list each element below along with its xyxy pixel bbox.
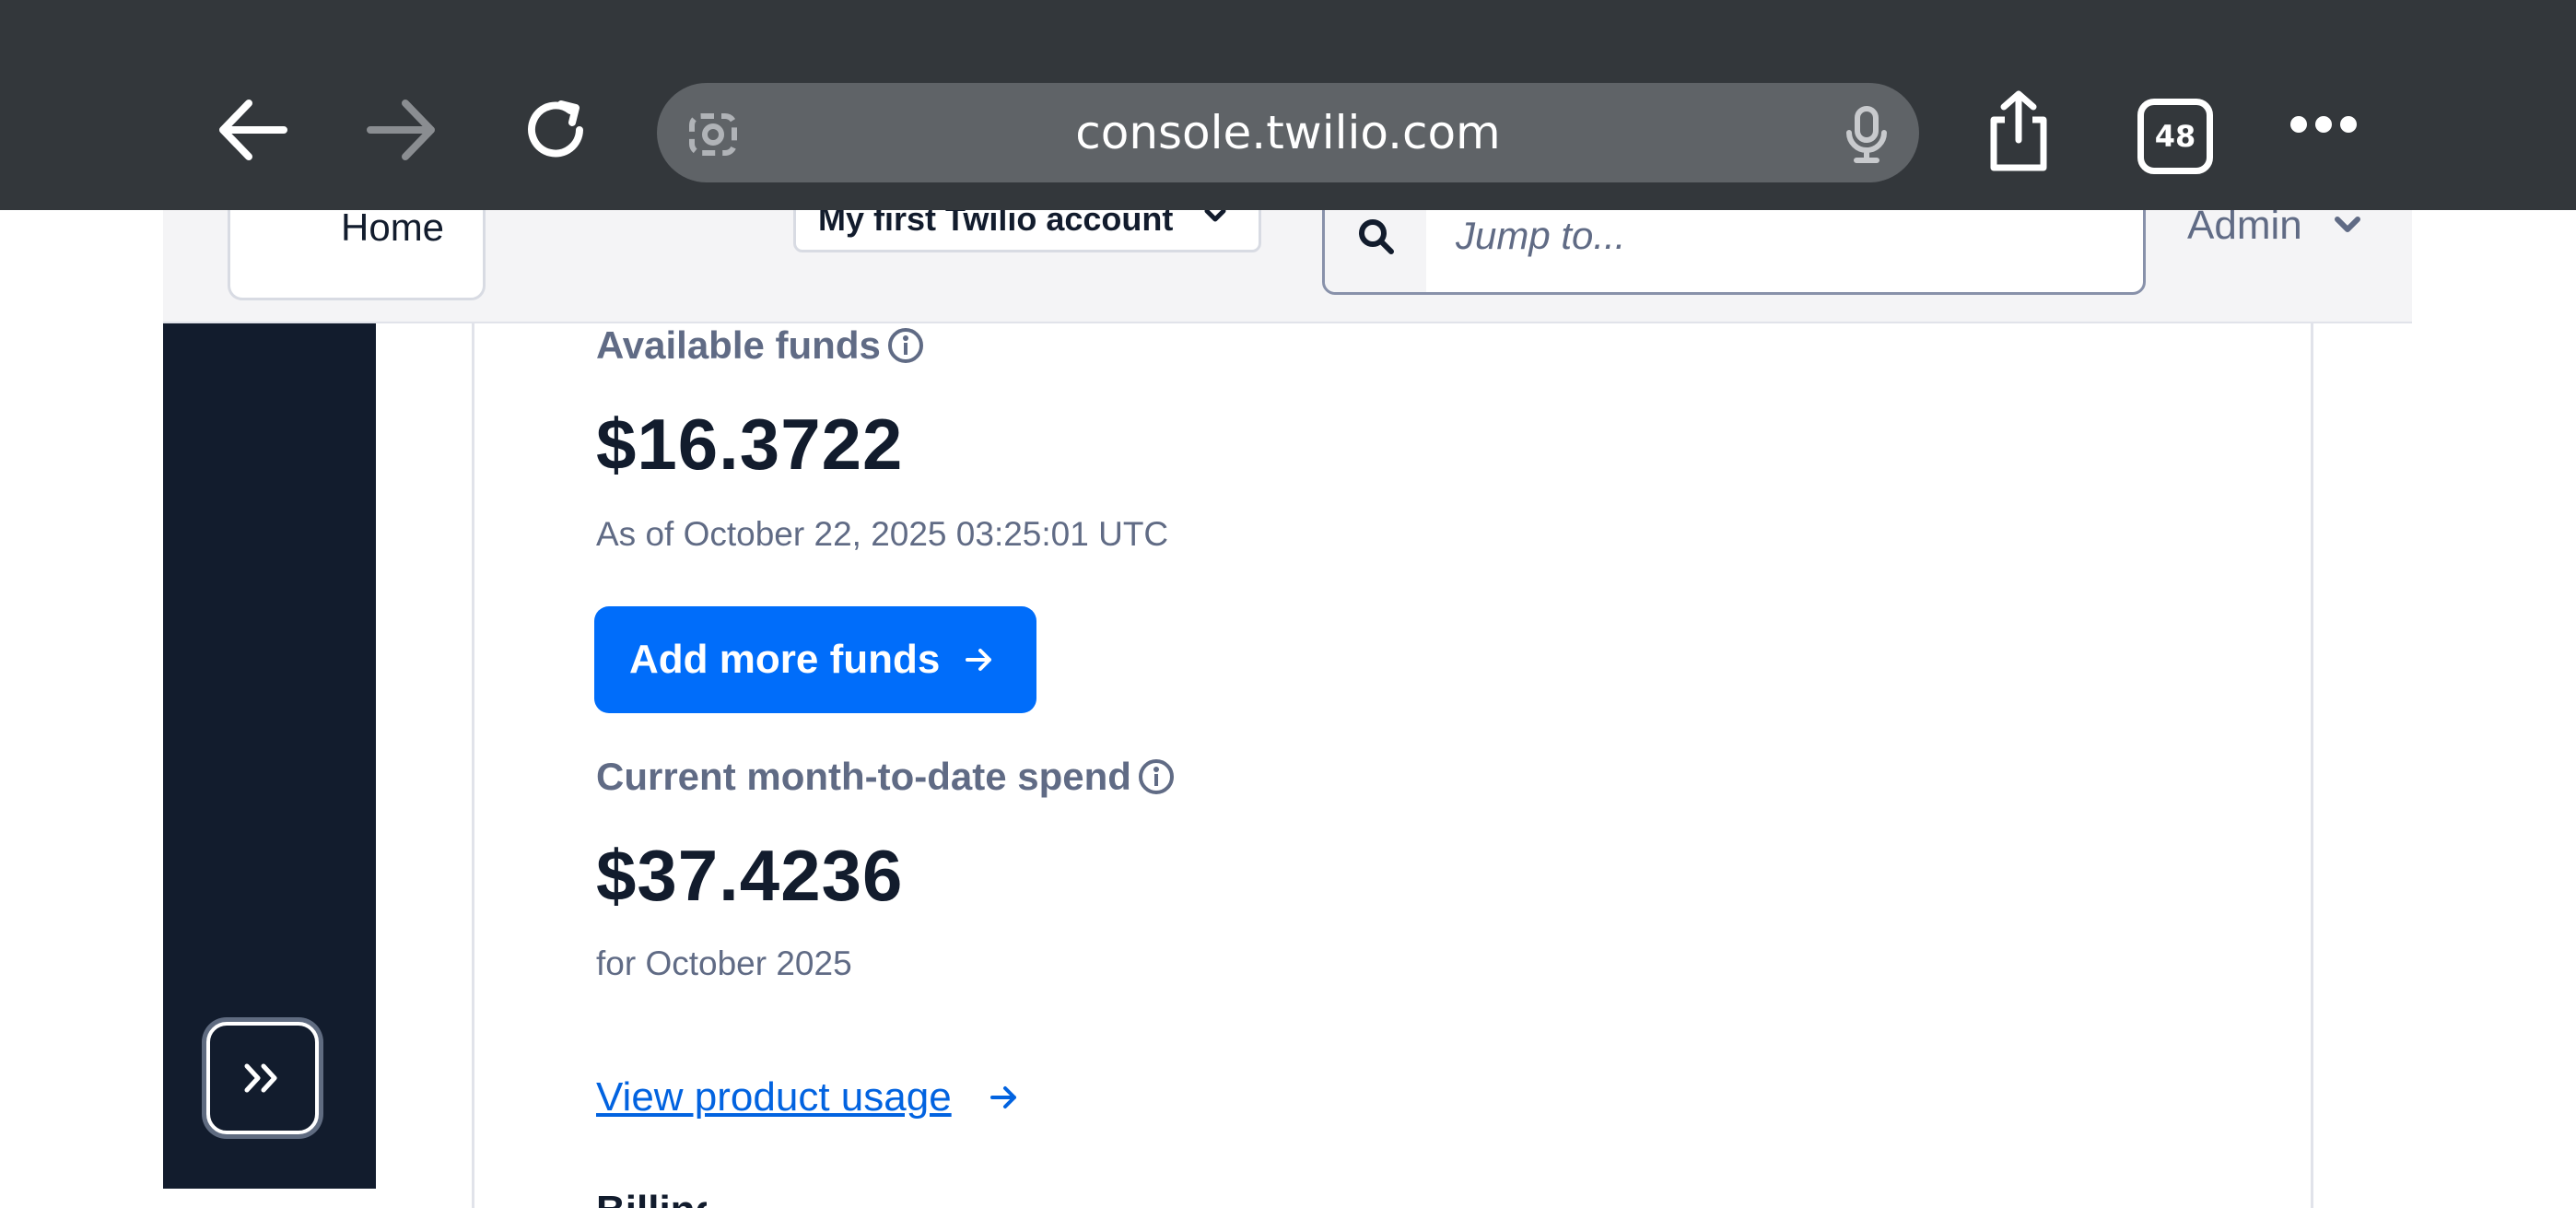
address-bar[interactable]: console.twilio.com	[657, 83, 1919, 182]
next-section-heading-partial: Billing	[596, 1180, 707, 1208]
mtd-spend-label: Current month-to-date spend	[596, 755, 1131, 798]
arrow-left-icon	[219, 100, 287, 160]
arrow-right-icon	[989, 1086, 1016, 1108]
expand-sidebar-button[interactable]	[206, 1022, 319, 1134]
available-funds-label: Available funds	[596, 323, 881, 367]
browser-toolbar: console.twilio.com 48	[0, 0, 2576, 210]
back-button[interactable]	[210, 88, 293, 171]
more-menu-button[interactable]	[2289, 114, 2359, 135]
available-funds-timestamp: As of October 22, 2025 03:25:01 UTC	[596, 515, 1169, 553]
arrow-right-icon	[367, 100, 435, 160]
chevron-down-icon	[2335, 217, 2360, 232]
arrow-right-icon	[966, 649, 992, 671]
view-product-usage-label[interactable]: View product usage	[596, 1074, 952, 1120]
more-dots-icon	[2290, 116, 2357, 133]
left-sidebar	[163, 323, 376, 1189]
billing-card: Available funds $16.3722 As of October 2…	[472, 323, 2313, 1208]
info-icon[interactable]	[1137, 757, 1176, 796]
microphone-icon	[1846, 106, 1887, 163]
available-funds-heading: Available funds	[596, 323, 925, 368]
mtd-spend-amount: $37.4236	[596, 835, 904, 916]
reload-button[interactable]	[514, 88, 597, 171]
share-button[interactable]	[1981, 88, 2056, 173]
double-chevron-right-icon	[244, 1063, 277, 1093]
share-icon	[1990, 90, 2047, 171]
add-more-funds-label: Add more funds	[629, 637, 941, 682]
search-icon	[1359, 219, 1394, 254]
mtd-spend-period: for October 2025	[596, 944, 852, 982]
tabs-count-button[interactable]: 48	[2137, 99, 2213, 174]
search-input[interactable]	[1454, 207, 2102, 264]
info-icon[interactable]	[886, 326, 925, 365]
available-funds-amount: $16.3722	[596, 404, 904, 485]
home-label: Home	[341, 205, 445, 249]
forward-button[interactable]	[361, 88, 444, 171]
view-product-usage-link[interactable]: View product usage	[596, 1074, 1020, 1120]
reload-icon	[528, 100, 583, 158]
next-section-heading-text: Billing	[596, 1188, 707, 1208]
add-more-funds-button[interactable]: Add more funds	[594, 606, 1036, 713]
mtd-spend-heading: Current month-to-date spend	[596, 755, 1176, 799]
console-header: Home My first Twilio account Admin	[163, 192, 2412, 323]
url-text[interactable]: console.twilio.com	[657, 83, 1919, 182]
